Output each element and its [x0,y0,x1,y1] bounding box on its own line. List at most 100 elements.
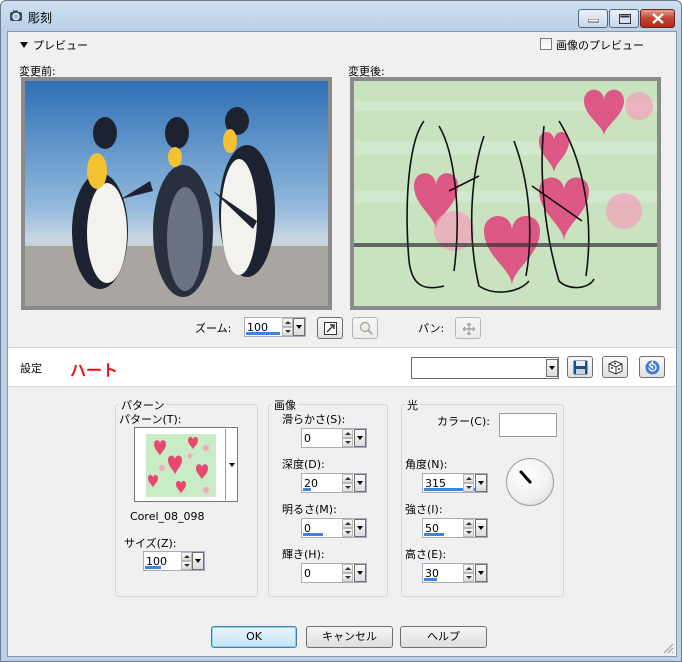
angle-spinner[interactable] [463,474,474,492]
depth-spinner[interactable] [342,474,353,492]
zoom-actual-button[interactable] [352,317,378,339]
penguins-photo [25,81,328,306]
zoom-level-bar [246,332,280,335]
preset-bar: 設定 ハート [8,347,676,387]
angle-dial[interactable] [506,458,554,506]
pattern-group: パターン パターン(T): Corel_08_098 サイズ(Z): 100 [115,397,258,597]
shininess-label: 輝き(H): [282,548,325,561]
zoom-spinner[interactable] [282,318,293,336]
smoothness-spinner[interactable] [342,429,353,447]
dropdown-arrow-icon [229,463,235,467]
before-preview-image[interactable] [21,77,332,310]
ambience-spinner[interactable] [342,519,353,537]
fit-window-button[interactable] [317,317,343,339]
reset-icon [645,360,660,375]
fit-window-icon [324,322,337,335]
depth-dropdown-button[interactable] [354,474,366,492]
ambience-label: 明るさ(M): [282,503,337,516]
elevation-input[interactable]: 30 [422,563,488,583]
collapse-arrow-icon [20,42,28,48]
dice-icon [608,360,623,375]
image-preview-label: 画像のプレビュー [556,39,644,52]
depth-input[interactable]: 20 [301,473,367,493]
color-label: カラー(C): [437,415,490,428]
pan-button[interactable] [455,317,481,339]
reset-button[interactable] [639,356,665,378]
angle-input[interactable]: 315 [422,473,488,493]
embossed-preview [354,81,657,306]
angle-label: 角度(N): [405,458,448,471]
shininess-spinner[interactable] [342,564,353,582]
randomize-button[interactable] [602,356,628,378]
preview-toggle[interactable]: プレビュー [20,37,88,53]
maximize-button[interactable] [609,9,639,28]
size-spinner[interactable] [181,552,192,570]
size-label: サイズ(Z): [124,537,177,550]
smoothness-value: 0 [304,432,311,445]
maximize-icon [619,14,631,24]
pan-label: パン: [418,322,445,335]
heart-pattern-swatch [146,434,216,497]
elevation-spinner[interactable] [463,564,474,582]
size-level-bar [145,566,161,569]
dialog-client-area: プレビュー 画像のプレビュー 変更前: 変更後: ズーム: 100 パン: 設定… [7,31,677,657]
smoothness-dropdown-button[interactable] [354,429,366,447]
window-title: 彫刻 [28,11,53,25]
strength-spinner[interactable] [463,519,474,537]
zoom-label: ズーム: [195,322,232,335]
preset-dropdown-button[interactable] [546,359,558,377]
minimize-button[interactable] [578,9,608,28]
angle-dial-needle-icon [519,470,532,484]
elevation-level-bar [424,578,437,581]
elevation-label: 高さ(E): [405,548,447,561]
dialog-window: 彫刻 プレビュー 画像のプレビュー 変更前: 変更後: ズーム: 100 パン:… [0,0,682,662]
light-group: 光 カラー(C): 角度(N): 315 強さ(I): 50 高さ(E): 30 [401,397,564,597]
image-group: 画像 滑らかさ(S): 0 深度(D): 20 明るさ(M): 0 輝き(H):… [268,397,388,597]
zoom-dropdown-button[interactable] [293,318,305,336]
pattern-dropdown-button[interactable] [225,429,237,500]
preset-name: ハート [70,361,119,380]
preset-combo[interactable] [411,357,559,379]
app-icon [10,10,22,21]
save-icon [573,360,588,375]
size-input[interactable]: 100 [143,551,205,571]
title-bar[interactable]: 彫刻 [1,1,681,31]
close-button[interactable] [640,9,675,28]
ambience-dropdown-button[interactable] [354,519,366,537]
settings-label: 設定 [20,362,42,375]
smoothness-label: 滑らかさ(S): [282,413,346,426]
ambience-input[interactable]: 0 [301,518,367,538]
preview-toggle-label: プレビュー [33,39,88,52]
shininess-input[interactable]: 0 [301,563,367,583]
ambience-level-bar [303,533,323,536]
help-button[interactable]: ヘルプ [400,626,487,648]
depth-level-bar [303,488,311,491]
cancel-button[interactable]: キャンセル [306,626,393,648]
shininess-dropdown-button[interactable] [354,564,366,582]
ok-button[interactable]: OK [211,626,297,648]
close-icon [652,13,664,24]
pattern-picker[interactable] [134,427,238,502]
smoothness-input[interactable]: 0 [301,428,367,448]
shininess-value: 0 [304,567,311,580]
strength-input[interactable]: 50 [422,518,488,538]
magnifier-icon [359,321,373,335]
strength-label: 強さ(I): [405,503,443,516]
after-preview-image[interactable] [350,77,661,310]
strength-level-bar [424,533,444,536]
zoom-input[interactable]: 100 [244,317,306,337]
pattern-label: パターン(T): [119,413,182,426]
save-preset-button[interactable] [567,356,593,378]
strength-dropdown-button[interactable] [475,519,487,537]
size-dropdown-button[interactable] [192,552,204,570]
resize-grip-icon[interactable] [662,642,674,654]
angle-dropdown-button[interactable] [475,474,487,492]
image-preview-checkbox[interactable] [540,38,552,50]
move-icon [463,323,475,335]
elevation-dropdown-button[interactable] [475,564,487,582]
pattern-name: Corel_08_098 [130,510,205,523]
light-color-swatch[interactable] [499,413,557,437]
depth-label: 深度(D): [282,458,325,471]
minimize-icon [588,19,599,23]
light-group-title: 光 [405,397,420,413]
